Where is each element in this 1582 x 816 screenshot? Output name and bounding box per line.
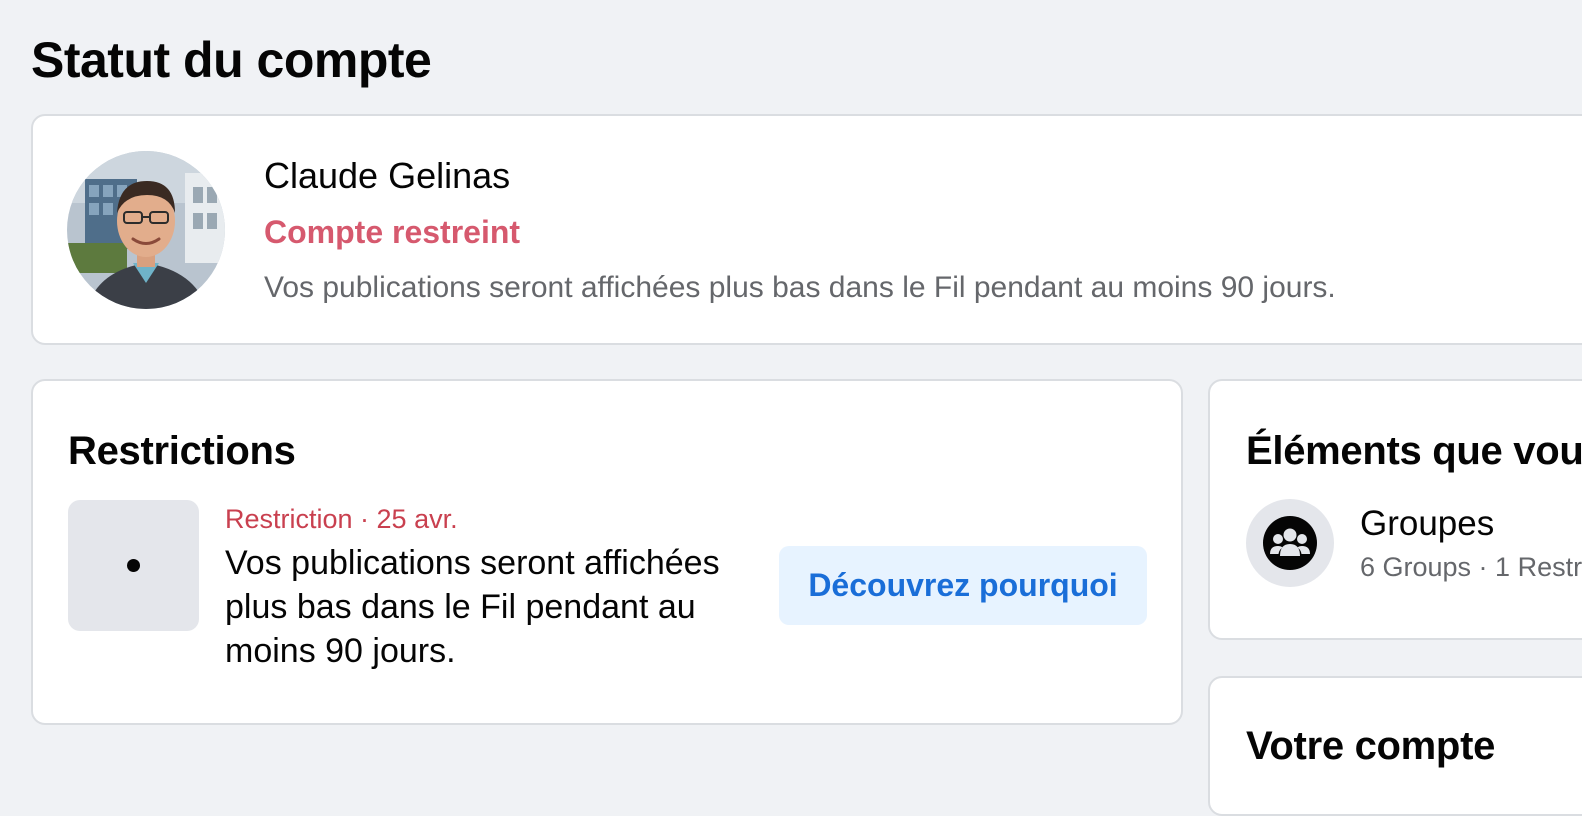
account-card: Votre compte: [1208, 676, 1582, 816]
profile-name[interactable]: Claude Gelinas: [264, 154, 510, 198]
bullet-icon: [127, 559, 140, 572]
profile-card: Claude Gelinas Compte restreint Vos publ…: [31, 114, 1582, 345]
restriction-meta: Restriction · 25 avr.: [225, 504, 458, 534]
page-title: Statut du compte: [31, 32, 432, 88]
elements-title: Éléments que vous: [1246, 429, 1582, 473]
groups-row[interactable]: Groupes 6 Groups · 1 Restriction: [1246, 499, 1582, 589]
restriction-text: Vos publications seront affichées plus b…: [225, 544, 720, 670]
account-status-label: Compte restreint: [264, 214, 521, 250]
discover-why-button[interactable]: Découvrez pourquoi: [779, 546, 1147, 625]
account-status-description: Vos publications seront affichées plus b…: [264, 271, 1336, 304]
groups-icon: [1246, 499, 1334, 587]
restriction-thumbnail: [68, 500, 199, 631]
restrictions-title: Restrictions: [68, 429, 296, 473]
account-title: Votre compte: [1246, 724, 1496, 768]
elements-card: Éléments que vous Groupes 6 Groups · 1 R…: [1208, 379, 1582, 640]
restrictions-card: Restrictions Restriction · 25 avr. Vos p…: [31, 379, 1183, 725]
groups-label: Groupes: [1360, 504, 1495, 543]
groups-subtitle: 6 Groups · 1 Restriction: [1360, 552, 1582, 582]
avatar[interactable]: [67, 151, 225, 309]
